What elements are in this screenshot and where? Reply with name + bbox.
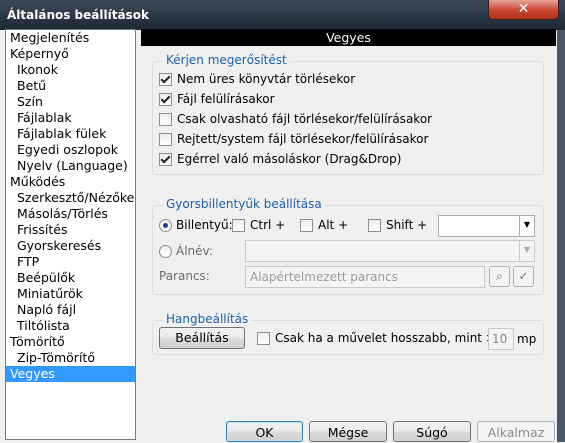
tree-item[interactable]: Vegyes	[6, 366, 135, 382]
tree-item[interactable]: Szerkesztő/Nézőke	[6, 190, 135, 206]
radio-alias-indicator[interactable]	[159, 244, 172, 258]
tree-item[interactable]: Másolás/Törlés	[6, 206, 135, 222]
only-if-longer-label: Csak ha a művelet hosszabb, mint >	[275, 331, 496, 345]
confirm-option-label: Nem üres könyvtár törlésekor	[177, 72, 356, 86]
tree-item[interactable]: Szín	[6, 94, 135, 110]
chevron-down-icon[interactable]: ▼	[519, 216, 534, 236]
radio-key[interactable]: Billentyű:	[159, 218, 233, 232]
alt-label: Alt +	[318, 218, 349, 232]
tree-item[interactable]: Frissítés	[6, 222, 135, 238]
command-field[interactable]: Alapértelmezett parancs	[245, 266, 485, 288]
confirm-option-label: Csak olvasható fájl törlésekor/felülírás…	[177, 112, 433, 126]
tree-item[interactable]: Betű	[6, 78, 135, 94]
window-frame-right	[557, 30, 565, 442]
hotkey-group-title: Gyorsbillentyűk beállítása	[163, 197, 325, 211]
tree-item[interactable]: Fájlablak	[6, 110, 135, 126]
window-title: Általános beállítások	[7, 8, 149, 22]
alt-checkbox-box[interactable]	[300, 218, 313, 232]
search-icon[interactable]: ⌕	[489, 266, 510, 287]
confirm-option-checkbox[interactable]	[159, 112, 172, 126]
chevron-down-icon[interactable]: ▼	[519, 241, 534, 261]
only-if-longer-checkbox-box[interactable]	[257, 331, 270, 345]
confirm-option-label: Rejtett/system fájl törlésekor/felülírás…	[177, 132, 429, 146]
apply-button[interactable]: Alkalmaz	[477, 421, 555, 442]
tree-item[interactable]: Gyorskeresés	[6, 238, 135, 254]
key-combo[interactable]: ▼	[438, 215, 535, 237]
radio-alias[interactable]: Álnév:	[159, 244, 213, 258]
alt-checkbox[interactable]: Alt +	[300, 218, 348, 232]
close-button[interactable]: ✕	[488, 0, 559, 20]
help-button[interactable]: Súgó	[393, 421, 471, 442]
confirm-option-label: Fájl felülírásakor	[177, 92, 275, 106]
tree-item[interactable]: Egyedi oszlopok	[6, 142, 135, 158]
sound-settings-button[interactable]: Beállítás	[159, 327, 245, 349]
tree-item[interactable]: Tiltólista	[6, 318, 135, 334]
tree-item[interactable]: Ikonok	[6, 62, 135, 78]
confirm-option-checkbox[interactable]	[159, 152, 172, 166]
confirm-option[interactable]: Egérrel való másoláskor (Drag&Drop)	[159, 152, 401, 166]
tree-item[interactable]: Napló fájl	[6, 302, 135, 318]
confirm-option[interactable]: Rejtett/system fájl törlésekor/felülírás…	[159, 132, 428, 146]
confirm-option[interactable]: Csak olvasható fájl törlésekor/felülírás…	[159, 112, 432, 126]
sound-group-title: Hangbeállítás	[163, 312, 252, 326]
tree-item[interactable]: Miniatűrök	[6, 286, 135, 302]
title-bar: Általános beállítások ✕	[0, 0, 565, 30]
confirm-option-label: Egérrel való másoláskor (Drag&Drop)	[177, 152, 402, 166]
shift-checkbox-box[interactable]	[368, 218, 381, 232]
tree-item[interactable]: FTP	[6, 254, 135, 270]
tree-item[interactable]: Fájlablak fülek	[6, 126, 135, 142]
confirm-option[interactable]: Nem üres könyvtár törlésekor	[159, 72, 355, 86]
confirm-option-checkbox[interactable]	[159, 72, 172, 86]
ctrl-checkbox-box[interactable]	[232, 218, 245, 232]
cancel-button[interactable]: Mégse	[309, 421, 387, 442]
radio-key-indicator[interactable]	[159, 218, 172, 232]
tree-item[interactable]: Megjelenítés	[6, 30, 135, 46]
threshold-field[interactable]: 10	[488, 328, 514, 350]
tree-item[interactable]: Tömörítő	[6, 334, 135, 350]
close-icon: ✕	[517, 1, 530, 17]
radio-key-label: Billentyű:	[176, 218, 233, 232]
unit-label: mp	[517, 332, 537, 346]
ctrl-label: Ctrl +	[250, 218, 286, 232]
section-header: Vegyes	[141, 29, 556, 46]
check-icon[interactable]: ✓	[513, 266, 534, 287]
only-if-longer-checkbox[interactable]: Csak ha a művelet hosszabb, mint >	[257, 331, 496, 345]
threshold-value: 10	[492, 332, 508, 346]
tree-item[interactable]: Nyelv (Language)	[6, 158, 135, 174]
command-placeholder: Alapértelmezett parancs	[250, 270, 398, 284]
shift-checkbox[interactable]: Shift +	[368, 218, 427, 232]
confirm-option-checkbox[interactable]	[159, 92, 172, 106]
radio-alias-label: Álnév:	[176, 244, 214, 258]
confirm-option-checkbox[interactable]	[159, 132, 172, 146]
ctrl-checkbox[interactable]: Ctrl +	[232, 218, 285, 232]
alias-combo[interactable]: ▼	[245, 240, 535, 262]
tree-item[interactable]: Beépülők	[6, 270, 135, 286]
confirm-group-title: Kérjen megerősítést	[163, 53, 290, 67]
command-label: Parancs:	[159, 269, 210, 283]
tree-item[interactable]: Zip-Tömörítő	[6, 350, 135, 366]
tree-item[interactable]: Képernyő	[6, 46, 135, 62]
tree-item[interactable]: Működés	[6, 174, 135, 190]
ok-button[interactable]: OK	[226, 421, 303, 442]
confirm-option[interactable]: Fájl felülírásakor	[159, 92, 275, 106]
shift-label: Shift +	[386, 218, 428, 232]
settings-tree[interactable]: Megjelenítés Képernyő Ikonok Betű Szín Fájlab…	[5, 29, 136, 440]
